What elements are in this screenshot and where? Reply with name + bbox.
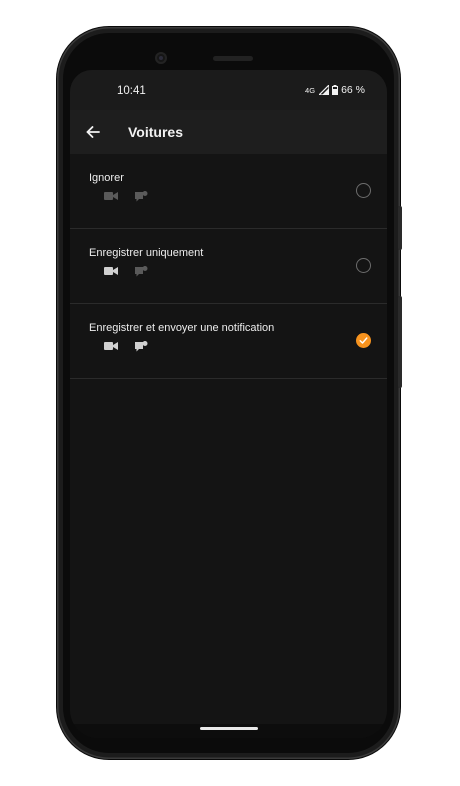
option-enregistrer-uniquement[interactable]: Enregistrer uniquement [70,229,387,304]
option-enregistrer-et-notifier[interactable]: Enregistrer et envoyer une notification [70,304,387,379]
video-camera-icon [104,267,118,275]
notification-bubble-icon [135,266,148,277]
back-arrow-icon[interactable] [84,123,102,141]
option-label: Enregistrer et envoyer une notification [89,322,275,334]
video-camera-icon [104,342,118,350]
status-icons: 4G 66 % [305,84,365,96]
screen: 10:41 4G 66 % Voitures Ignorer Enregistr… [70,70,387,738]
option-icons [104,341,148,353]
options-list: Ignorer Enregistrer uniquement Enregistr… [70,154,387,379]
option-ignorer[interactable]: Ignorer [70,154,387,229]
radio-button-selected[interactable] [356,333,371,348]
volume-button [398,296,402,388]
option-label: Enregistrer uniquement [89,247,204,259]
front-camera [155,52,167,64]
signal-icon [319,85,330,95]
home-indicator[interactable] [200,727,258,730]
status-time: 10:41 [117,85,146,97]
status-bar: 10:41 4G 66 % [70,70,387,110]
radio-button[interactable] [356,258,371,273]
checkmark-icon [359,337,368,344]
video-camera-icon [104,192,118,200]
battery-icon [332,85,339,95]
notification-bubble-icon [135,341,148,352]
earpiece-speaker [213,56,253,61]
page-title: Voitures [128,124,183,140]
network-type: 4G [305,85,316,95]
notification-bubble-icon [135,191,148,202]
radio-button[interactable] [356,183,371,198]
app-bar: Voitures [70,110,387,154]
option-icons [104,266,148,278]
power-button [398,206,402,250]
option-label: Ignorer [89,172,124,184]
battery-level: 66 % [341,84,365,96]
option-icons [104,191,148,203]
